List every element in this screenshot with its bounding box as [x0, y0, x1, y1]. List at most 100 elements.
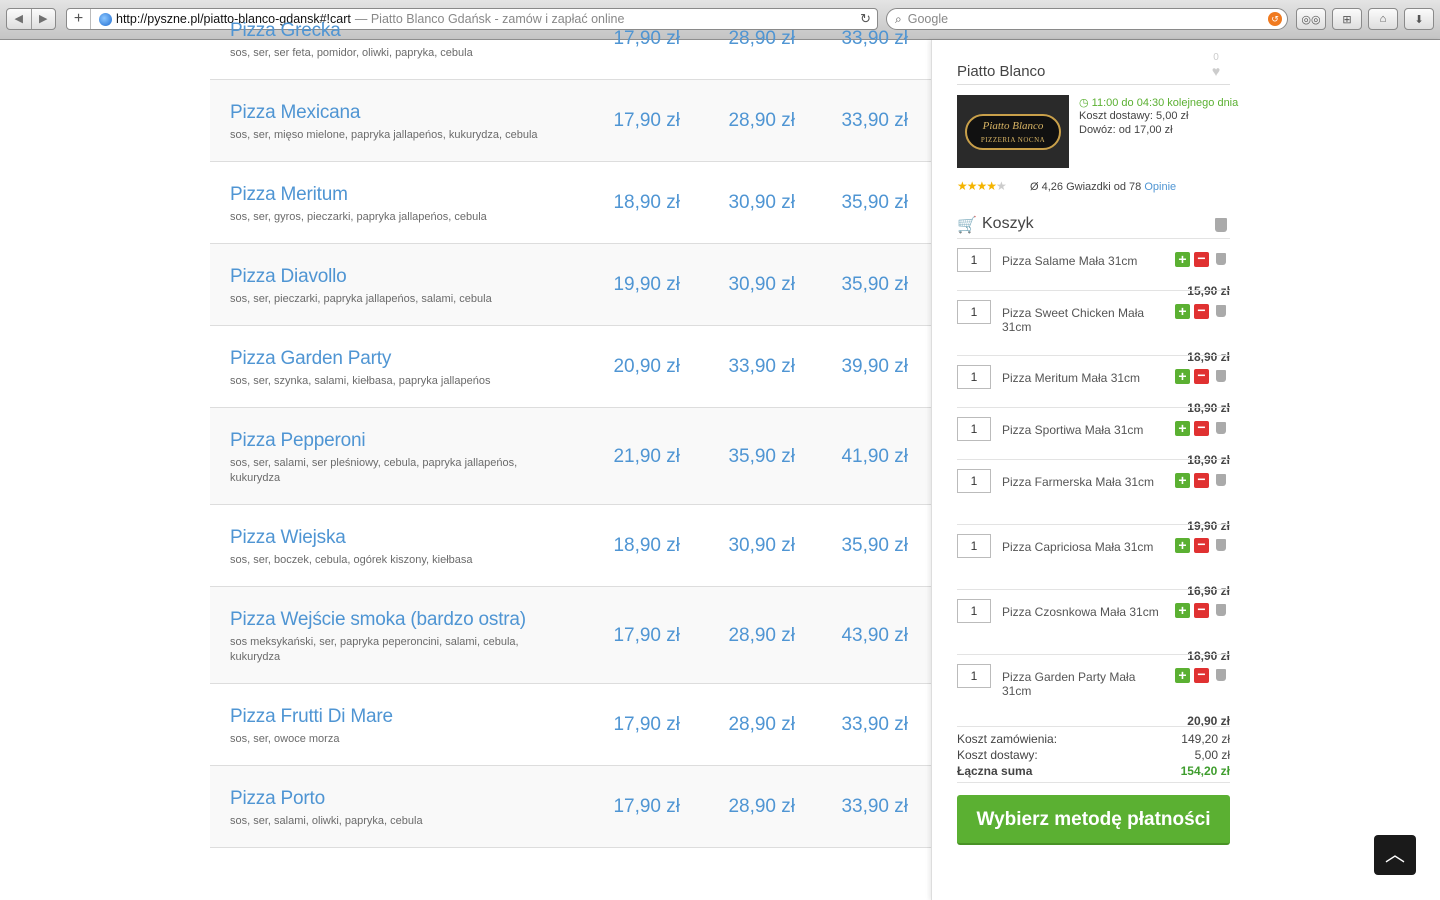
price-small-button[interactable]: 18,90 zł: [590, 535, 680, 557]
price-large-button[interactable]: 39,90 zł: [818, 356, 908, 378]
scroll-to-top-button[interactable]: ︿: [1374, 835, 1416, 875]
increase-qty-plus-icon[interactable]: +: [1175, 538, 1190, 553]
menu-item-row[interactable]: Pizza Mexicana sos, ser, mięso mielone, p…: [210, 80, 932, 162]
price-medium-button[interactable]: 33,90 zł: [705, 356, 795, 378]
cart-item-qty-input[interactable]: 1: [957, 599, 991, 623]
menu-item-row[interactable]: Pizza Garden Party sos, ser, szynka, sala…: [210, 326, 932, 408]
price-medium-button[interactable]: 30,90 zł: [705, 274, 795, 296]
increase-qty-plus-icon[interactable]: +: [1175, 473, 1190, 488]
price-large-button[interactable]: 35,90 zł: [818, 535, 908, 557]
price-large-button[interactable]: 33,90 zł: [818, 714, 908, 736]
price-small-button[interactable]: 17,90 zł: [590, 625, 680, 647]
decrease-qty-minus-icon[interactable]: −: [1194, 368, 1209, 384]
increase-qty-plus-icon[interactable]: +: [1175, 304, 1190, 319]
remove-item-trash-icon[interactable]: [1216, 422, 1226, 434]
price-small-button[interactable]: 17,90 zł: [590, 110, 680, 132]
back-forward-buttons[interactable]: ◀ ▶: [6, 8, 56, 30]
remove-item-trash-icon[interactable]: [1216, 669, 1226, 681]
cart-item-qty-input[interactable]: 1: [957, 417, 991, 441]
back-arrow-icon[interactable]: ◀: [7, 9, 32, 29]
price-small-button[interactable]: 19,90 zł: [590, 274, 680, 296]
cart-item-qty-input[interactable]: 1: [957, 469, 991, 493]
menu-item-name[interactable]: Pizza Pepperoni: [230, 430, 366, 452]
price-large-button[interactable]: 35,90 zł: [818, 192, 908, 214]
total-value: 154,20 zł: [1180, 764, 1230, 778]
price-medium-button[interactable]: 30,90 zł: [705, 535, 795, 557]
add-bookmark-icon[interactable]: +: [67, 9, 91, 29]
remove-item-trash-icon[interactable]: [1216, 305, 1226, 317]
menu-item-row[interactable]: Pizza Wejście smoka (bardzo ostra) sos me…: [210, 587, 932, 684]
menu-item-row[interactable]: Pizza Diavollo sos, ser, pieczarki, papry…: [210, 244, 932, 326]
choose-payment-button[interactable]: Wybierz metodę płatności: [957, 795, 1230, 845]
price-large-button[interactable]: 33,90 zł: [818, 28, 908, 50]
decrease-qty-minus-icon[interactable]: −: [1194, 303, 1209, 319]
cart-item-qty-input[interactable]: 1: [957, 248, 991, 272]
menu-item-row[interactable]: Pizza Pepperoni sos, ser, salami, ser ple…: [210, 408, 932, 505]
menu-item-name[interactable]: Pizza Wiejska: [230, 527, 346, 549]
price-medium-button[interactable]: 28,90 zł: [705, 625, 795, 647]
downloads-icon[interactable]: ⬇: [1404, 8, 1434, 30]
price-medium-button[interactable]: 28,90 zł: [705, 796, 795, 818]
decrease-qty-minus-icon[interactable]: −: [1194, 537, 1209, 553]
search-field[interactable]: ⌕ Google ↺: [886, 8, 1288, 30]
decrease-qty-minus-icon[interactable]: −: [1194, 420, 1209, 436]
increase-qty-plus-icon[interactable]: +: [1175, 421, 1190, 436]
increase-qty-plus-icon[interactable]: +: [1175, 668, 1190, 683]
menu-item-name[interactable]: Pizza Wejście smoka (bardzo ostra): [230, 609, 526, 631]
menu-item-row[interactable]: Pizza Wiejska sos, ser, boczek, cebula, o…: [210, 505, 932, 587]
divider: [957, 524, 1230, 525]
price-large-button[interactable]: 33,90 zł: [818, 110, 908, 132]
remove-item-trash-icon[interactable]: [1216, 539, 1226, 551]
price-small-button[interactable]: 20,90 zł: [590, 356, 680, 378]
reading-list-icon[interactable]: ◎◎: [1296, 8, 1326, 30]
decrease-qty-minus-icon[interactable]: −: [1194, 472, 1209, 488]
price-large-button[interactable]: 35,90 zł: [818, 274, 908, 296]
menu-item-row[interactable]: Pizza Meritum sos, ser, gyros, pieczarki,…: [210, 162, 932, 244]
cart-item-price: 19,90 zł: [1187, 519, 1230, 533]
price-large-button[interactable]: 41,90 zł: [818, 446, 908, 468]
increase-qty-plus-icon[interactable]: +: [1175, 369, 1190, 384]
remove-item-trash-icon[interactable]: [1216, 253, 1226, 265]
price-medium-button[interactable]: 28,90 zł: [705, 28, 795, 50]
menu-item-name[interactable]: Pizza Frutti Di Mare: [230, 706, 393, 728]
remove-item-trash-icon[interactable]: [1216, 604, 1226, 616]
price-medium-button[interactable]: 35,90 zł: [705, 446, 795, 468]
home-icon[interactable]: ⌂: [1368, 8, 1398, 30]
price-medium-button[interactable]: 30,90 zł: [705, 192, 795, 214]
menu-item-name[interactable]: Pizza Diavollo: [230, 266, 347, 288]
price-small-button[interactable]: 17,90 zł: [590, 796, 680, 818]
bookmarks-icon[interactable]: ⊞: [1332, 8, 1362, 30]
menu-item-name[interactable]: Pizza Garden Party: [230, 348, 391, 370]
reviews-link[interactable]: Opinie: [1144, 181, 1176, 193]
price-small-button[interactable]: 17,90 zł: [590, 28, 680, 50]
cart-item-qty-input[interactable]: 1: [957, 664, 991, 688]
price-small-button[interactable]: 21,90 zł: [590, 446, 680, 468]
decrease-qty-minus-icon[interactable]: −: [1194, 602, 1209, 618]
menu-item-row[interactable]: Pizza Porto sos, ser, salami, oliwki, pap…: [210, 766, 932, 848]
increase-qty-plus-icon[interactable]: +: [1175, 252, 1190, 267]
remove-item-trash-icon[interactable]: [1216, 370, 1226, 382]
cart-item-qty-input[interactable]: 1: [957, 534, 991, 558]
forward-arrow-icon[interactable]: ▶: [32, 9, 56, 29]
decrease-qty-minus-icon[interactable]: −: [1194, 667, 1209, 683]
menu-item-row[interactable]: Pizza Grecka sos, ser, ser feta, pomidor,…: [210, 0, 932, 80]
menu-item-name[interactable]: Pizza Grecka: [230, 20, 341, 42]
cart-item-qty-input[interactable]: 1: [957, 300, 991, 324]
menu-item-name[interactable]: Pizza Mexicana: [230, 102, 360, 124]
price-large-button[interactable]: 33,90 zł: [818, 796, 908, 818]
menu-item-name[interactable]: Pizza Meritum: [230, 184, 348, 206]
price-small-button[interactable]: 17,90 zł: [590, 714, 680, 736]
snapback-icon[interactable]: ↺: [1268, 12, 1282, 26]
remove-item-trash-icon[interactable]: [1216, 474, 1226, 486]
price-medium-button[interactable]: 28,90 zł: [705, 714, 795, 736]
price-small-button[interactable]: 18,90 zł: [590, 192, 680, 214]
price-large-button[interactable]: 43,90 zł: [818, 625, 908, 647]
menu-item-name[interactable]: Pizza Porto: [230, 788, 325, 810]
decrease-qty-minus-icon[interactable]: −: [1194, 251, 1209, 267]
clear-cart-trash-icon[interactable]: [1215, 218, 1227, 232]
menu-item-row[interactable]: Pizza Frutti Di Mare sos, ser, owoce morz…: [210, 684, 932, 766]
favorite-button[interactable]: 0 ♥: [1206, 52, 1226, 81]
cart-item-qty-input[interactable]: 1: [957, 365, 991, 389]
price-medium-button[interactable]: 28,90 zł: [705, 110, 795, 132]
increase-qty-plus-icon[interactable]: +: [1175, 603, 1190, 618]
